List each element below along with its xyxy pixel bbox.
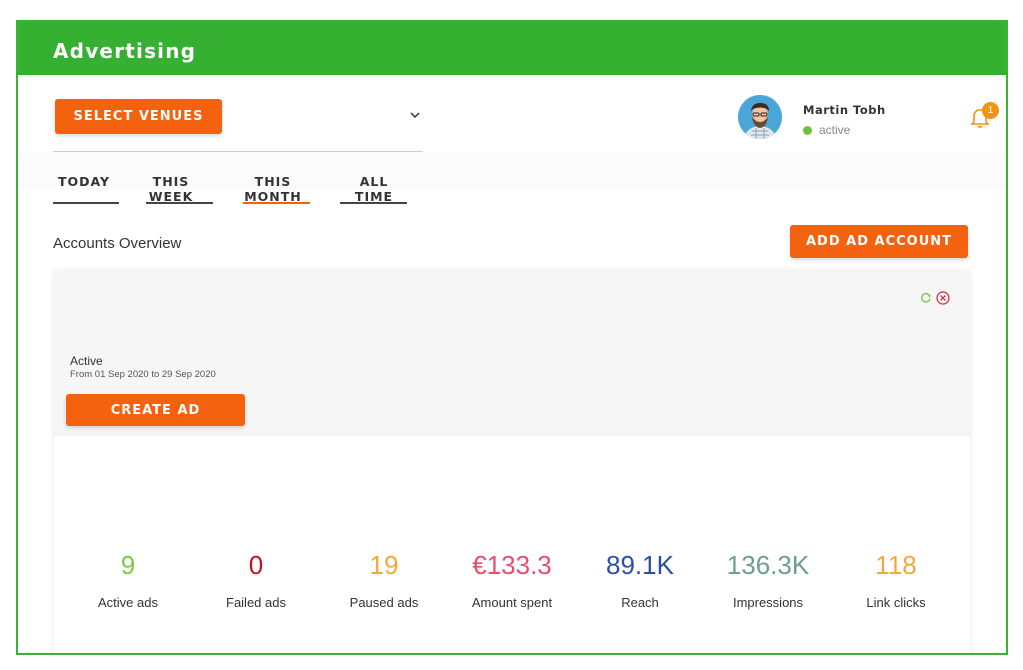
stat-paused-ads: 19 Paused ads bbox=[320, 550, 448, 610]
tab-today-underline bbox=[53, 202, 119, 204]
stat-active-ads: 9 Active ads bbox=[64, 550, 192, 610]
user-status: active bbox=[803, 123, 850, 137]
stat-value: 89.1K bbox=[606, 550, 674, 580]
stat-label: Active ads bbox=[98, 595, 158, 610]
topbar: SELECT VENUES Martin Tobh active 1 bbox=[18, 75, 1006, 153]
stat-label: Link clicks bbox=[866, 595, 926, 610]
tab-this-week[interactable]: THIS WEEK bbox=[128, 174, 214, 204]
stat-link-clicks: 118 Link clicks bbox=[832, 550, 960, 610]
avatar-illustration bbox=[738, 95, 782, 139]
stat-failed-ads: 0 Failed ads bbox=[192, 550, 320, 610]
stat-value: 9 bbox=[120, 550, 136, 580]
avatar[interactable] bbox=[738, 95, 782, 139]
refresh-icon[interactable] bbox=[920, 292, 932, 304]
status-dot bbox=[803, 125, 812, 135]
stat-value: €133.3 bbox=[472, 550, 552, 580]
stat-label: Paused ads bbox=[349, 595, 419, 610]
app-frame: Advertising SELECT VENUES Martin Tobh ac… bbox=[16, 20, 1008, 655]
stat-impressions: 136.3K Impressions bbox=[704, 550, 832, 610]
stat-amount-spent: €133.3 Amount spent bbox=[448, 550, 576, 610]
stat-label: Amount spent bbox=[471, 595, 553, 610]
stat-label: Reach bbox=[621, 595, 659, 610]
tab-this-month-underline bbox=[243, 202, 310, 204]
tab-today[interactable]: TODAY bbox=[53, 174, 115, 189]
tab-all-time[interactable]: ALL TIME bbox=[338, 174, 410, 204]
stat-value: 136.3K bbox=[726, 550, 810, 580]
close-circle-icon[interactable] bbox=[936, 291, 950, 305]
create-ad-button[interactable]: CREATE AD bbox=[66, 394, 245, 426]
select-venues-button[interactable]: SELECT VENUES bbox=[55, 99, 222, 134]
stat-value: 0 bbox=[248, 550, 264, 580]
account-card: Active From 01 Sep 2020 to 29 Sep 2020 C… bbox=[54, 270, 970, 653]
tab-this-week-underline bbox=[146, 202, 213, 204]
stat-reach: 89.1K Reach bbox=[576, 550, 704, 610]
app-header: Advertising bbox=[18, 22, 1006, 75]
tab-all-time-underline bbox=[340, 202, 407, 204]
add-ad-account-button[interactable]: ADD AD ACCOUNT bbox=[790, 225, 968, 258]
stat-label: Impressions bbox=[732, 595, 804, 610]
stat-label: Failed ads bbox=[226, 595, 286, 610]
venue-select[interactable]: SELECT VENUES bbox=[53, 75, 423, 152]
app-title: Advertising bbox=[53, 39, 197, 63]
stat-value: 19 bbox=[369, 550, 399, 580]
section-title: Accounts Overview bbox=[53, 235, 182, 252]
notification-badge: 1 bbox=[982, 102, 999, 119]
user-name: Martin Tobh bbox=[803, 103, 886, 117]
user-status-label: active bbox=[819, 123, 851, 137]
account-status: Active bbox=[70, 354, 103, 368]
chevron-down-icon[interactable] bbox=[408, 108, 422, 122]
account-card-header: Active From 01 Sep 2020 to 29 Sep 2020 C… bbox=[54, 270, 970, 436]
tab-this-month[interactable]: THIS MONTH bbox=[227, 174, 319, 204]
account-date-range: From 01 Sep 2020 to 29 Sep 2020 bbox=[70, 369, 216, 380]
stat-value: 118 bbox=[875, 550, 917, 580]
